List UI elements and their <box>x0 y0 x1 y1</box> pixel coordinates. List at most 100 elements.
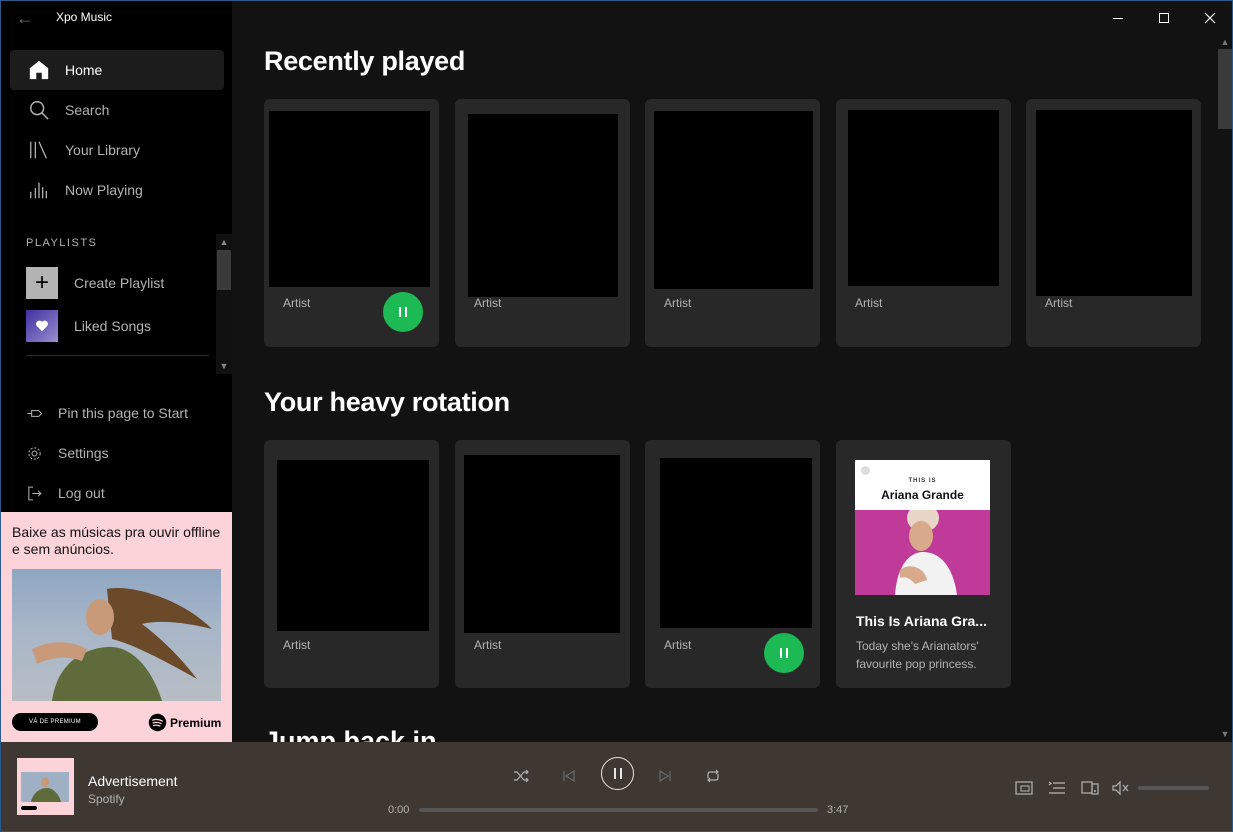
track-title[interactable]: Advertisement <box>88 773 177 789</box>
logout-icon <box>25 484 43 502</box>
progress-bar[interactable] <box>419 808 818 812</box>
nav-your-library-label: Your Library <box>65 142 140 158</box>
main-scrollbar[interactable]: ▲ ▼ <box>1216 35 1232 742</box>
log-out-label: Log out <box>58 485 105 501</box>
card-recent-5[interactable]: Artist <box>1026 99 1201 347</box>
queue-icon <box>1048 781 1065 794</box>
previous-icon <box>563 769 575 783</box>
play-pause-button[interactable] <box>601 757 634 790</box>
volume-muted-icon <box>1112 780 1129 796</box>
card-art <box>660 458 812 628</box>
duration-time: 3:47 <box>827 804 849 816</box>
sidebar: Home Search Your Library Now Playing PLA… <box>1 1 232 742</box>
nav-your-library[interactable]: Your Library <box>10 130 224 170</box>
card-description: Today she's Arianators' favourite pop pr… <box>856 639 979 671</box>
previous-button[interactable] <box>557 764 581 788</box>
pause-icon <box>613 768 622 779</box>
go-premium-button[interactable]: VÁ DE PREMIUM <box>12 713 98 731</box>
shuffle-icon <box>514 769 529 783</box>
card-subtitle: Artist <box>664 296 692 310</box>
nav-now-playing[interactable]: Now Playing <box>10 170 224 210</box>
premium-ad[interactable]: Baixe as músicas pra ouvir offline e sem… <box>1 512 232 742</box>
card-recent-2[interactable]: Artist <box>455 99 630 347</box>
card-subtitle: Artist <box>283 638 311 652</box>
app-window: Home Search Your Library Now Playing PLA… <box>0 0 1233 832</box>
card-subtitle: Artist <box>474 296 502 310</box>
playlists-heading: PLAYLISTS <box>26 237 98 249</box>
devices-icon <box>1081 781 1099 795</box>
ad-text: Baixe as músicas pra ouvir offline e sem… <box>12 524 221 557</box>
heart-icon <box>26 310 58 342</box>
nav-search-label: Search <box>65 102 110 118</box>
card-subtitle: Artist <box>474 638 502 652</box>
log-out-button[interactable]: Log out <box>25 481 225 505</box>
section-title-recently-played: Recently played <box>264 46 466 76</box>
title-bar: ← Xpo Music <box>1 1 1232 35</box>
connect-device-button[interactable] <box>1079 778 1101 798</box>
next-button[interactable] <box>653 764 677 788</box>
card-this-is-ariana-grande[interactable]: THIS IS Ariana Grande This Is Ariana Gra… <box>836 440 1011 688</box>
app-title: Xpo Music <box>56 10 113 24</box>
back-arrow-icon[interactable]: ← <box>13 8 37 28</box>
mute-button[interactable] <box>1110 778 1132 798</box>
card-subtitle: Artist <box>283 296 311 310</box>
pause-button[interactable] <box>383 292 423 332</box>
maximize-button[interactable] <box>1141 7 1187 29</box>
now-playing-cover[interactable] <box>17 758 74 815</box>
nav-search[interactable]: Search <box>10 90 224 130</box>
pin-icon <box>25 404 43 422</box>
queue-button[interactable] <box>1046 778 1068 798</box>
scroll-up-icon[interactable]: ▲ <box>1216 36 1232 48</box>
card-rotation-1[interactable]: Artist <box>264 440 439 688</box>
repeat-icon <box>707 769 719 783</box>
card-rotation-3[interactable]: Artist <box>645 440 820 688</box>
card-rotation-2[interactable]: Artist <box>455 440 630 688</box>
pin-to-start-button[interactable]: Pin this page to Start <box>25 401 225 425</box>
cover-header: THIS IS Ariana Grande <box>855 460 990 510</box>
playlists-scrollbar[interactable]: ▲ ▼ <box>216 234 232 374</box>
mini-player-button[interactable] <box>1013 778 1035 798</box>
close-button[interactable] <box>1187 7 1232 29</box>
card-art <box>464 455 620 633</box>
scroll-up-icon[interactable]: ▲ <box>216 236 232 248</box>
home-icon <box>27 58 51 82</box>
settings-label: Settings <box>58 445 109 461</box>
card-art <box>277 460 429 631</box>
gear-icon <box>25 444 43 462</box>
main-content[interactable]: Recently played Artist Artist Artist Art… <box>232 1 1232 742</box>
card-art <box>1036 110 1192 296</box>
card-art <box>654 111 813 289</box>
section-title-heavy-rotation: Your heavy rotation <box>264 387 510 417</box>
card-recent-3[interactable]: Artist <box>645 99 820 347</box>
playlist-cover: THIS IS Ariana Grande <box>855 460 990 595</box>
card-recent-4[interactable]: Artist <box>836 99 1011 347</box>
ad-brand-label: Premium <box>170 715 222 730</box>
spotify-premium-logo: Premium <box>148 713 221 732</box>
create-playlist-button[interactable]: + Create Playlist <box>26 267 211 299</box>
nav-now-playing-label: Now Playing <box>65 182 143 198</box>
track-artist[interactable]: Spotify <box>88 792 125 806</box>
close-icon <box>1204 12 1216 24</box>
shuffle-button[interactable] <box>509 764 533 788</box>
card-subtitle: Artist <box>855 296 883 310</box>
scrollbar-thumb[interactable] <box>1218 49 1232 129</box>
settings-button[interactable]: Settings <box>25 441 225 465</box>
scroll-down-icon[interactable]: ▼ <box>1216 728 1232 740</box>
pause-button[interactable] <box>764 633 804 673</box>
create-playlist-label: Create Playlist <box>74 275 165 291</box>
minimize-button[interactable] <box>1095 7 1141 29</box>
nav-home[interactable]: Home <box>10 50 224 90</box>
pause-icon <box>780 648 788 658</box>
ad-image <box>12 569 221 701</box>
card-subtitle: Artist <box>1045 296 1073 310</box>
liked-songs-item[interactable]: Liked Songs <box>26 310 211 342</box>
library-icon <box>27 138 51 162</box>
spotify-icon <box>861 466 870 475</box>
scrollbar-thumb[interactable] <box>217 250 231 290</box>
scroll-down-icon[interactable]: ▼ <box>216 360 232 372</box>
card-art <box>269 111 430 287</box>
repeat-button[interactable] <box>701 764 725 788</box>
minimize-icon <box>1113 17 1123 19</box>
card-recent-1[interactable]: Artist <box>264 99 439 347</box>
volume-slider[interactable] <box>1138 786 1209 790</box>
